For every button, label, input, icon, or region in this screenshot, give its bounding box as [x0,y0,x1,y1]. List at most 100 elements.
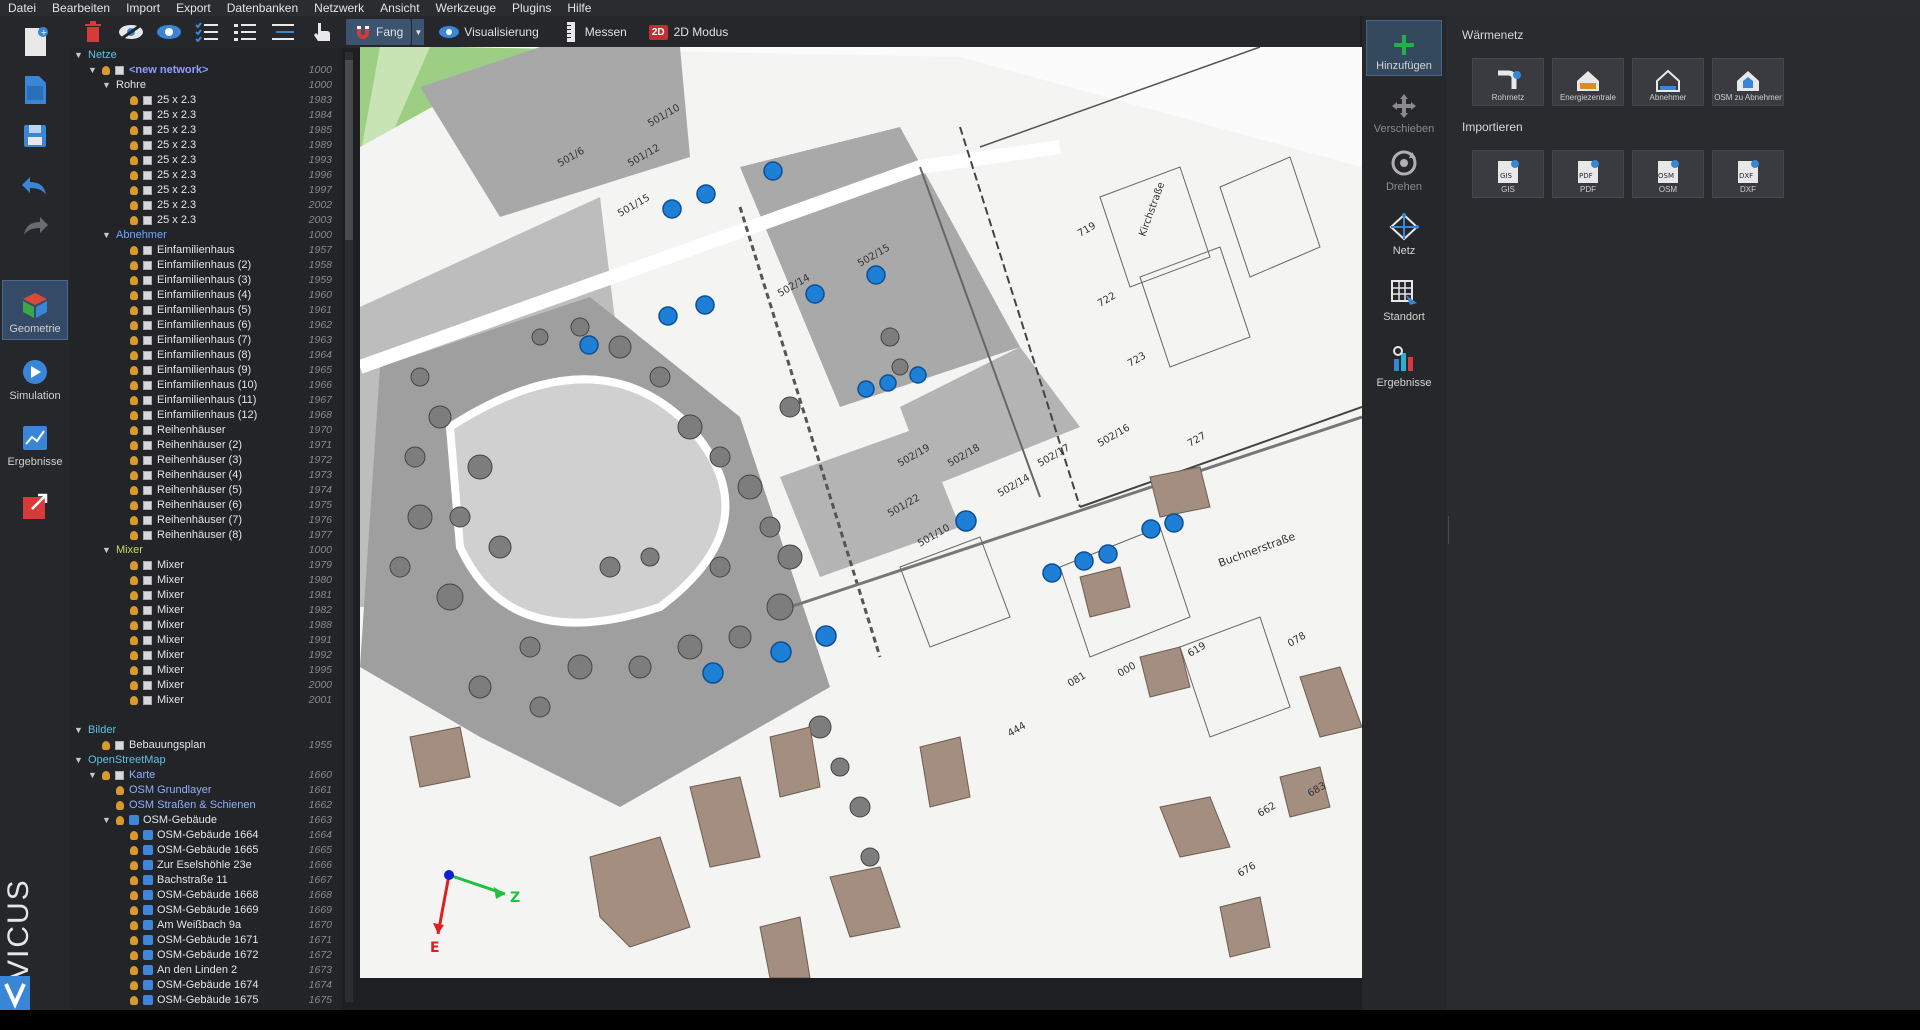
selection-checkbox[interactable] [143,516,152,525]
menu-import[interactable]: Import [118,0,168,16]
selection-checkbox[interactable] [143,141,152,150]
tree-row[interactable]: Einfamilienhaus (3) 1959 [70,273,342,288]
building-cube-icon[interactable] [143,890,153,900]
visibility-bulb-icon[interactable] [130,381,138,390]
visibility-bulb-icon[interactable] [130,396,138,405]
selection-checkbox[interactable] [143,381,152,390]
save-project-button[interactable] [8,116,62,156]
network-node[interactable] [1098,544,1118,564]
tree-row[interactable]: Einfamilienhaus (7) 1963 [70,333,342,348]
visibility-bulb-icon[interactable] [102,771,110,780]
visibility-bulb-icon[interactable] [130,171,138,180]
visibility-bulb-icon[interactable] [130,621,138,630]
tile-osm-zu-abnehmer[interactable]: OSM zu Abnehmer [1712,58,1784,106]
visibility-bulb-icon[interactable] [130,411,138,420]
selection-checkbox[interactable] [115,771,124,780]
expand-arrow-icon[interactable]: ▼ [88,63,97,78]
visibility-bulb-icon[interactable] [130,306,138,315]
building-cube-icon[interactable] [143,935,153,945]
menu-export[interactable]: Export [168,0,219,16]
tree-row[interactable]: 25 x 2.3 1989 [70,138,342,153]
tree-row[interactable]: Einfamilienhaus (12) 1968 [70,408,342,423]
selection-checkbox[interactable] [143,411,152,420]
tree-row[interactable]: Einfamilienhaus (11) 1967 [70,393,342,408]
network-node[interactable] [695,295,715,315]
selection-checkbox[interactable] [143,216,152,225]
visibility-bulb-icon[interactable] [130,96,138,105]
tree-row[interactable]: Mixer 2001 [70,693,342,708]
tile-import-gis[interactable]: GIS GIS [1472,150,1544,198]
network-node[interactable] [579,335,599,355]
visibility-bulb-icon[interactable] [130,876,138,885]
expand-arrow-icon[interactable]: ▼ [102,228,111,243]
tree-row[interactable]: Reihenhäuser (7) 1976 [70,513,342,528]
tree-row[interactable]: Einfamilienhaus (6) 1962 [70,318,342,333]
tree-row[interactable]: ▼ Mixer 1000 [70,543,342,558]
tree-row[interactable]: Einfamilienhaus (5) 1961 [70,303,342,318]
visibility-bulb-icon[interactable] [130,186,138,195]
tree-row[interactable]: Einfamilienhaus (8) 1964 [70,348,342,363]
tree-row[interactable]: ▼ Netze [70,48,342,63]
visibility-bulb-icon[interactable] [130,591,138,600]
selection-checkbox[interactable] [143,171,152,180]
tile-import-osm[interactable]: OSM OSM [1632,150,1704,198]
tree-row[interactable]: Mixer 1988 [70,618,342,633]
visibility-bulb-icon[interactable] [130,936,138,945]
visibility-bulb-icon[interactable] [130,651,138,660]
network-node[interactable] [805,284,825,304]
visibility-bulb-icon[interactable] [130,336,138,345]
tree-row[interactable]: 25 x 2.3 2002 [70,198,342,213]
building-cube-icon[interactable] [143,950,153,960]
mode-simulation[interactable]: Simulation [2,346,68,406]
building-cube-icon[interactable] [143,965,153,975]
expand-arrow-icon[interactable]: ▼ [74,753,83,768]
menu-netzwerk[interactable]: Netzwerk [306,0,372,16]
network-node[interactable] [879,374,897,392]
selection-checkbox[interactable] [143,651,152,660]
visibility-bulb-icon[interactable] [116,801,124,810]
tree-row[interactable]: Mixer 1981 [70,588,342,603]
visibility-bulb-icon[interactable] [130,246,138,255]
tree-row[interactable]: OSM-Gebäude 1672 1672 [70,948,342,963]
tree-row[interactable]: Reihenhäuser (5) 1974 [70,483,342,498]
visibility-bulb-icon[interactable] [130,681,138,690]
menu-werkzeuge[interactable]: Werkzeuge [428,0,504,16]
tree-row[interactable]: ▼ Rohre 1000 [70,78,342,93]
tree-row[interactable]: Am Weißbach 9a 1670 [70,918,342,933]
selection-checkbox[interactable] [143,261,152,270]
visibility-bulb-icon[interactable] [116,816,124,825]
selection-checkbox[interactable] [143,246,152,255]
network-node[interactable] [866,265,886,285]
expand-arrow-icon[interactable]: ▼ [74,48,83,63]
tree-row[interactable]: ▼ OpenStreetMap [70,753,342,768]
visualization-button[interactable]: Visualisierung [430,19,547,45]
menu-plugins[interactable]: Plugins [504,0,559,16]
network-node[interactable] [955,510,977,532]
tree-row[interactable]: Mixer 1991 [70,633,342,648]
tree-row[interactable]: Reihenhäuser (3) 1972 [70,453,342,468]
visibility-bulb-icon[interactable] [130,576,138,585]
selection-checkbox[interactable] [143,621,152,630]
tile-energiezentrale[interactable]: Energiezentrale [1552,58,1624,106]
network-node[interactable] [1042,563,1062,583]
selection-checkbox[interactable] [143,696,152,705]
visibility-bulb-icon[interactable] [130,291,138,300]
rotate-button[interactable]: Drehen [1366,140,1442,196]
selection-checkbox[interactable] [143,681,152,690]
expand-arrow-icon[interactable]: ▼ [102,543,111,558]
tile-import-pdf[interactable]: PDF PDF [1552,150,1624,198]
selection-checkbox[interactable] [143,591,152,600]
tree-row[interactable]: Mixer 1980 [70,573,342,588]
menu-ansicht[interactable]: Ansicht [372,0,427,16]
tree-row[interactable]: 25 x 2.3 1993 [70,153,342,168]
visibility-bulb-icon[interactable] [130,501,138,510]
tree-row[interactable]: Mixer 1979 [70,558,342,573]
visibility-bulb-icon[interactable] [130,216,138,225]
selection-checkbox[interactable] [143,426,152,435]
scene-canvas[interactable]: 501/10 501/12 501/15 501/6 502/14 502/15… [360,47,1362,978]
selection-checkbox[interactable] [143,456,152,465]
visibility-bulb-icon[interactable] [130,906,138,915]
menu-hilfe[interactable]: Hilfe [559,0,599,16]
selection-checkbox[interactable] [143,276,152,285]
visibility-bulb-icon[interactable] [130,921,138,930]
